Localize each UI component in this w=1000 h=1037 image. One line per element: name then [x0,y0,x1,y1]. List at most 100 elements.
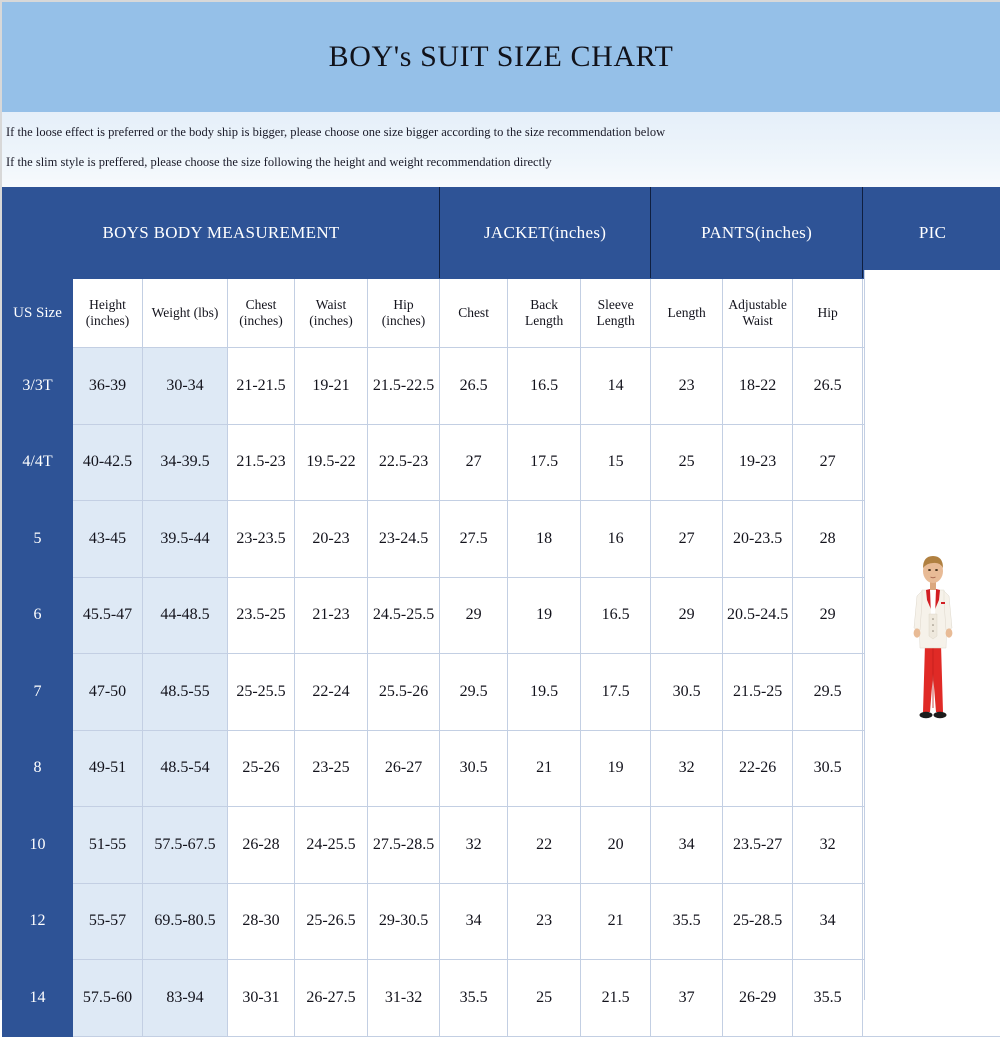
table-row: 7 47-50 48.5-55 25-25.5 22-24 25.5-26 29… [3,654,1000,731]
cell-jacket-chest: 29.5 [440,654,508,731]
cell-pants-length: 37 [651,960,723,1037]
cell-pants-length: 30.5 [651,654,723,731]
cell-back-length: 23 [508,883,581,960]
table-row: 3/3T 36-39 30-34 21-21.5 19-21 21.5-22.5… [3,348,1000,425]
cell-waist: 20-23 [295,501,368,578]
cell-waist: 22-24 [295,654,368,731]
cell-weight: 57.5-67.5 [143,807,228,884]
cell-back-length: 21 [508,730,581,807]
table-row: 6 45.5-47 44-48.5 23.5-25 21-23 24.5-25.… [3,577,1000,654]
cell-hip: 31-32 [368,960,440,1037]
cell-pants-length: 35.5 [651,883,723,960]
cell-sleeve-length: 14 [581,348,651,425]
table-row: 10 51-55 57.5-67.5 26-28 24-25.5 27.5-28… [3,807,1000,884]
cell-adjustable-waist: 22-26 [723,730,793,807]
col-header-waist: Waist(inches) [295,279,368,348]
cell-pic [863,424,1000,501]
cell-adjustable-waist: 18-22 [723,348,793,425]
cell-chest: 21-21.5 [228,348,295,425]
cell-hip: 27.5-28.5 [368,807,440,884]
cell-pants-hip: 26.5 [793,348,863,425]
cell-pic [863,348,1000,425]
group-header-row: BOYS BODY MEASUREMENT JACKET(inches) PAN… [3,188,1000,279]
cell-jacket-chest: 30.5 [440,730,508,807]
table-row: 5 43-45 39.5-44 23-23.5 20-23 23-24.5 27… [3,501,1000,578]
cell-pic [863,807,1000,884]
cell-back-length: 19 [508,577,581,654]
cell-sleeve-length: 15 [581,424,651,501]
cell-hip: 21.5-22.5 [368,348,440,425]
cell-sleeve-length: 17.5 [581,654,651,731]
cell-height: 49-51 [73,730,143,807]
cell-us-size: 3/3T [3,348,73,425]
cell-sleeve-length: 16 [581,501,651,578]
cell-sleeve-length: 19 [581,730,651,807]
cell-jacket-chest: 34 [440,883,508,960]
cell-pic [863,577,1000,654]
cell-chest: 23-23.5 [228,501,295,578]
cell-weight: 30-34 [143,348,228,425]
cell-us-size: 8 [3,730,73,807]
title-band: BOY's SUIT SIZE CHART [2,2,1000,112]
cell-us-size: 4/4T [3,424,73,501]
col-header-chest: Chest(inches) [228,279,295,348]
cell-pic [863,883,1000,960]
cell-back-length: 18 [508,501,581,578]
column-header-row: US Size Height(inches) Weight (lbs) Ches… [3,279,1000,348]
cell-us-size: 5 [3,501,73,578]
table-row: 14 57.5-60 83-94 30-31 26-27.5 31-32 35.… [3,960,1000,1037]
instruction-line-1: If the loose effect is preferred or the … [6,117,1000,147]
cell-pants-hip: 35.5 [793,960,863,1037]
table-row: 12 55-57 69.5-80.5 28-30 25-26.5 29-30.5… [3,883,1000,960]
cell-pants-length: 29 [651,577,723,654]
cell-adjustable-waist: 26-29 [723,960,793,1037]
cell-waist: 23-25 [295,730,368,807]
cell-jacket-chest: 27 [440,424,508,501]
cell-hip: 24.5-25.5 [368,577,440,654]
instruction-line-2: If the slim style is preffered, please c… [6,147,1000,177]
cell-weight: 48.5-55 [143,654,228,731]
cell-pic [863,654,1000,731]
col-header-sleeve-length: SleeveLength [581,279,651,348]
cell-adjustable-waist: 23.5-27 [723,807,793,884]
size-table: BOYS BODY MEASUREMENT JACKET(inches) PAN… [2,187,1000,1037]
cell-chest: 25-25.5 [228,654,295,731]
cell-adjustable-waist: 20.5-24.5 [723,577,793,654]
cell-hip: 26-27 [368,730,440,807]
cell-jacket-chest: 35.5 [440,960,508,1037]
cell-us-size: 10 [3,807,73,884]
cell-chest: 26-28 [228,807,295,884]
cell-waist: 21-23 [295,577,368,654]
cell-hip: 23-24.5 [368,501,440,578]
cell-chest: 28-30 [228,883,295,960]
group-header-pic: PIC [863,188,1000,279]
cell-pants-length: 32 [651,730,723,807]
cell-height: 47-50 [73,654,143,731]
cell-weight: 39.5-44 [143,501,228,578]
cell-waist: 19.5-22 [295,424,368,501]
cell-weight: 83-94 [143,960,228,1037]
cell-pants-length: 23 [651,348,723,425]
cell-us-size: 12 [3,883,73,960]
cell-pants-length: 25 [651,424,723,501]
cell-chest: 25-26 [228,730,295,807]
cell-weight: 69.5-80.5 [143,883,228,960]
col-header-us-size: US Size [3,279,73,348]
cell-sleeve-length: 16.5 [581,577,651,654]
cell-hip: 25.5-26 [368,654,440,731]
instructions-band: If the loose effect is preferred or the … [2,112,1000,187]
cell-jacket-chest: 32 [440,807,508,884]
cell-height: 57.5-60 [73,960,143,1037]
col-header-back-length: BackLength [508,279,581,348]
cell-waist: 24-25.5 [295,807,368,884]
cell-pants-hip: 30.5 [793,730,863,807]
cell-back-length: 17.5 [508,424,581,501]
cell-back-length: 19.5 [508,654,581,731]
cell-adjustable-waist: 20-23.5 [723,501,793,578]
cell-adjustable-waist: 19-23 [723,424,793,501]
col-header-height: Height(inches) [73,279,143,348]
cell-chest: 21.5-23 [228,424,295,501]
cell-pants-hip: 32 [793,807,863,884]
col-header-pants-hip: Hip [793,279,863,348]
cell-us-size: 14 [3,960,73,1037]
